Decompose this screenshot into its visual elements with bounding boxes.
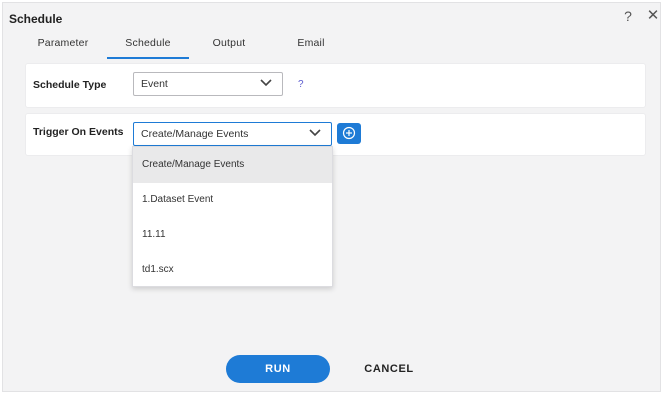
dialog-title: Schedule: [9, 12, 63, 26]
dropdown-option[interactable]: 1.Dataset Event: [133, 182, 332, 218]
run-button[interactable]: RUN: [226, 355, 330, 383]
tab-email[interactable]: Email: [281, 33, 341, 59]
chevron-down-icon: [309, 129, 321, 137]
chevron-down-icon: [260, 79, 272, 87]
trigger-events-dropdown: Create/Manage Events 1.Dataset Event 11.…: [132, 146, 333, 287]
schedule-type-select[interactable]: Event: [133, 72, 283, 96]
trigger-events-value: Create/Manage Events: [141, 128, 249, 140]
tab-output[interactable]: Output: [195, 33, 263, 59]
cancel-button[interactable]: CANCEL: [352, 355, 426, 383]
schedule-type-label: Schedule Type: [33, 79, 107, 91]
add-event-button[interactable]: [337, 123, 361, 144]
dropdown-option[interactable]: 11.11: [133, 217, 332, 253]
question-icon[interactable]: ?: [620, 7, 636, 25]
dropdown-option[interactable]: Create/Manage Events: [133, 147, 332, 183]
tab-parameter[interactable]: Parameter: [25, 33, 101, 59]
plus-circle-icon: [342, 126, 356, 140]
dropdown-option[interactable]: td1.scx: [133, 252, 332, 288]
close-icon[interactable]: ✕: [645, 7, 661, 25]
schedule-type-panel: [25, 63, 646, 108]
tab-schedule[interactable]: Schedule: [107, 33, 189, 59]
trigger-label: Trigger On Events: [33, 126, 124, 138]
schedule-type-value: Event: [141, 78, 168, 90]
trigger-events-select[interactable]: Create/Manage Events: [133, 122, 332, 146]
schedule-type-help-icon[interactable]: ?: [298, 79, 304, 90]
